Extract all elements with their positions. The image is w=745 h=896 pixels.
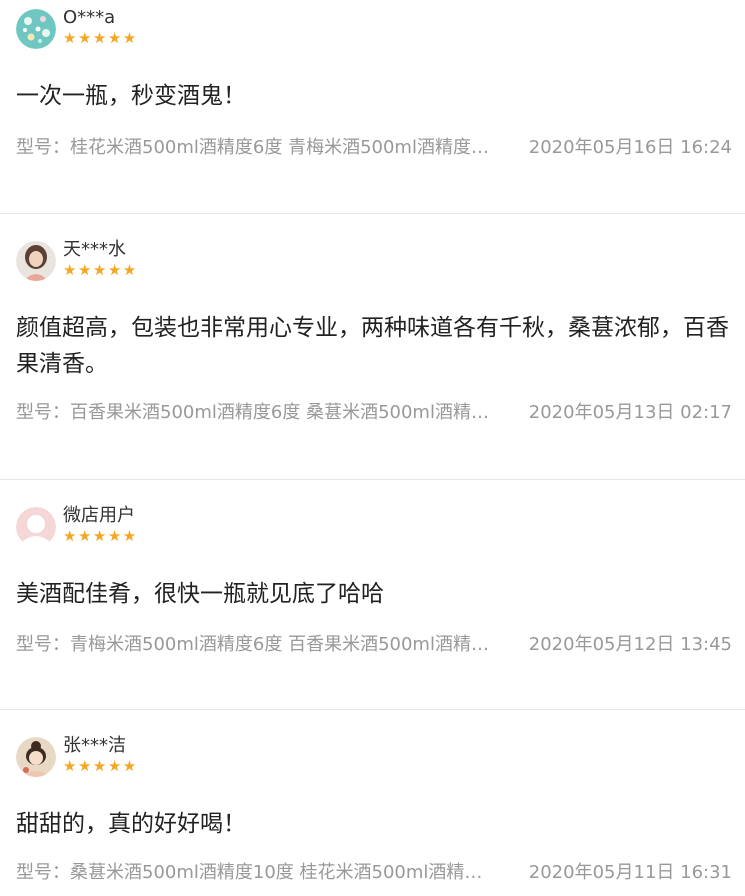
product-variant: 型号：百香果米酒500ml酒精度6度 桑葚米酒500ml酒精度6度 [16,402,494,423]
cartoon-girl-avatar-icon[interactable] [16,737,56,777]
floral-avatar-icon[interactable] [16,9,56,49]
reviewer-name: O***a [63,7,116,28]
review-text: 一次一瓶，秒变酒鬼！ [16,83,246,109]
review-text: 甜甜的，真的好好喝！ [16,811,246,837]
review-meta: 型号：桂花米酒500ml酒精度6度 青梅米酒500ml酒精度6度 2020年05… [16,136,732,160]
rating-stars: ★★★★★ [63,757,138,775]
review-date: 2020年05月16日 16:24 [528,137,732,158]
rating-stars: ★★★★★ [63,527,138,545]
rating-stars: ★★★★★ [63,29,138,47]
reviewer-name: 天***水 [63,239,126,260]
product-variant: 型号：青梅米酒500ml酒精度6度 百香果米酒500ml酒精度6度 [16,634,494,655]
product-variant: 型号：桑葚米酒500ml酒精度10度 桂花米酒500ml酒精度10度 [16,862,494,883]
default-user-avatar-icon[interactable] [16,507,56,547]
reviewer-name: 张***洁 [63,735,126,756]
review-text: 颜值超高，包装也非常用心专业，两种味道各有千秋，桑葚浓郁，百香果清香。 [16,315,729,377]
review-date: 2020年05月11日 16:31 [528,862,732,883]
review-meta: 型号：桑葚米酒500ml酒精度10度 桂花米酒500ml酒精度10度 2020年… [16,861,732,885]
review-date: 2020年05月12日 13:45 [528,634,732,655]
product-variant: 型号：桂花米酒500ml酒精度6度 青梅米酒500ml酒精度6度 [16,137,494,158]
review-list: O***a ★★★★★ 一次一瓶，秒变酒鬼！ 型号：桂花米酒500ml酒精度6度… [0,0,745,896]
review-item: 微店用户 ★★★★★ 美酒配佳肴，很快一瓶就见底了哈哈 型号：青梅米酒500ml… [0,480,745,710]
review-item: O***a ★★★★★ 一次一瓶，秒变酒鬼！ 型号：桂花米酒500ml酒精度6度… [0,0,745,214]
review-date: 2020年05月13日 02:17 [528,402,732,423]
review-meta: 型号：青梅米酒500ml酒精度6度 百香果米酒500ml酒精度6度 2020年0… [16,633,732,657]
review-text: 美酒配佳肴，很快一瓶就见底了哈哈 [16,581,384,607]
review-meta: 型号：百香果米酒500ml酒精度6度 桑葚米酒500ml酒精度6度 2020年0… [16,401,732,425]
reviewer-name: 微店用户 [63,505,135,526]
review-item: 张***洁 ★★★★★ 甜甜的，真的好好喝！ 型号：桑葚米酒500ml酒精度10… [0,710,745,896]
portrait-avatar-icon[interactable] [16,241,56,281]
review-item: 天***水 ★★★★★ 颜值超高，包装也非常用心专业，两种味道各有千秋，桑葚浓郁… [0,214,745,480]
rating-stars: ★★★★★ [63,261,138,279]
